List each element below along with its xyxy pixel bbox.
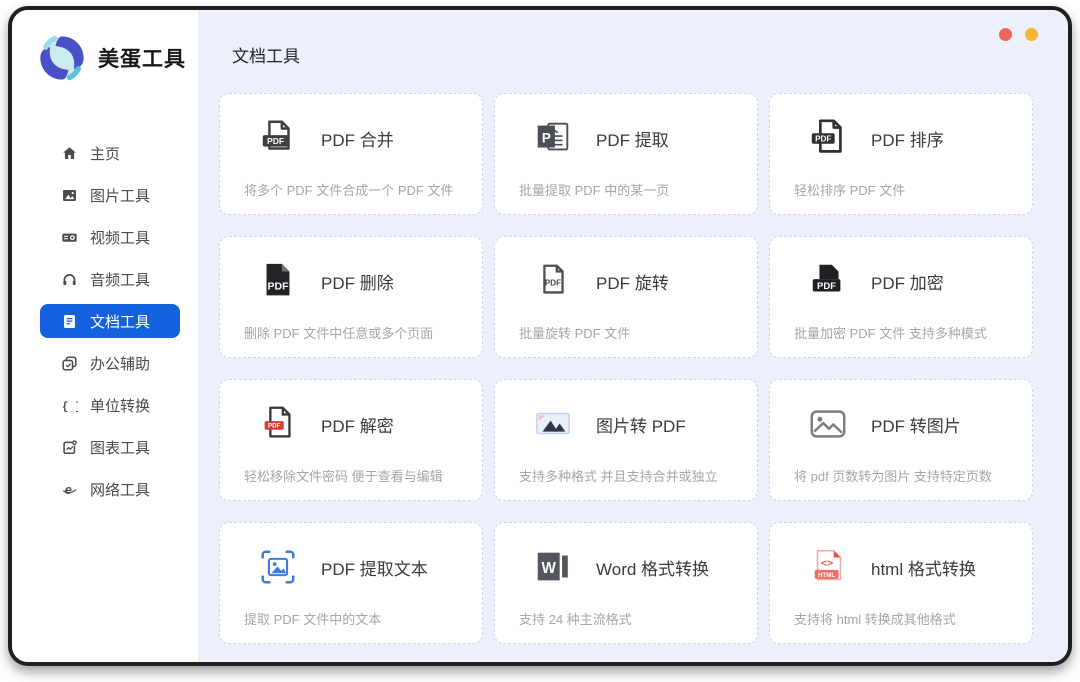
logo: 美蛋工具 xyxy=(36,32,198,84)
tool-desc: 轻松排序 PDF 文件 xyxy=(794,180,905,199)
svg-text:PDF: PDF xyxy=(817,281,836,292)
tool-card-pdf-merge[interactable]: PDF PDF 合并 将多个 PDF 文件合成一个 PDF 文件 xyxy=(219,93,483,215)
tool-card-image-to-pdf[interactable]: 图片转 PDF 支持多种格式 并且支持合并或独立 xyxy=(494,379,758,501)
app-title: 美蛋工具 xyxy=(98,43,186,73)
main-panel: 文档工具 PDF PDF 合并 将多个 PDF 文件合成一个 PDF 文件 P … xyxy=(198,10,1068,662)
pdf-sort-icon: PDF xyxy=(807,117,849,159)
html-file-icon: <> HTML xyxy=(807,546,849,588)
tool-desc: 批量提取 PDF 中的某一页 xyxy=(519,180,669,199)
sidebar-item-label: 单位转换 xyxy=(90,395,150,416)
tool-title: Word 格式转换 xyxy=(596,555,709,580)
sidebar-item-label: 网络工具 xyxy=(90,479,150,500)
tool-title: PDF 转图片 xyxy=(871,412,961,437)
audio-icon xyxy=(60,270,78,288)
sidebar-item-image-tools[interactable]: 图片工具 xyxy=(40,178,180,212)
svg-text:PDF: PDF xyxy=(267,136,284,146)
tool-desc: 支持 24 种主流格式 xyxy=(519,609,632,628)
tool-desc: 批量旋转 PDF 文件 xyxy=(519,323,630,342)
sidebar: 美蛋工具 主页 图片工具 视频工具 音频工具 文档工具 办公辅助 { } 单位转… xyxy=(12,10,198,662)
sidebar-item-label: 音频工具 xyxy=(90,269,150,290)
image-icon xyxy=(60,186,78,204)
tool-desc: 支持多种格式 并且支持合并或独立 xyxy=(519,466,718,485)
tool-title: PDF 提取 xyxy=(596,126,669,151)
tool-title: PDF 排序 xyxy=(871,126,944,151)
svg-text:PDF: PDF xyxy=(268,281,290,293)
svg-text:W: W xyxy=(541,560,556,577)
pdf-to-image-icon xyxy=(807,403,849,445)
braces-icon: { } xyxy=(60,396,78,414)
tool-card-word-convert[interactable]: W Word 格式转换 支持 24 种主流格式 xyxy=(494,522,758,644)
tool-desc: 批量加密 PDF 文件 支持多种模式 xyxy=(794,323,987,342)
pdf-merge-icon: PDF xyxy=(257,117,299,159)
pdf-extract-icon: P xyxy=(532,117,574,159)
tool-desc: 删除 PDF 文件中任意或多个页面 xyxy=(244,323,433,342)
app-window: 美蛋工具 主页 图片工具 视频工具 音频工具 文档工具 办公辅助 { } 单位转… xyxy=(8,6,1072,666)
tool-desc: 将多个 PDF 文件合成一个 PDF 文件 xyxy=(244,180,453,199)
chart-icon xyxy=(60,438,78,456)
tool-title: PDF 提取文本 xyxy=(321,555,428,580)
sidebar-item-video-tools[interactable]: 视频工具 xyxy=(40,220,180,254)
tool-card-pdf-rotate[interactable]: PDF PDF 旋转 批量旋转 PDF 文件 xyxy=(494,236,758,358)
tool-card-pdf-sort[interactable]: PDF PDF 排序 轻松排序 PDF 文件 xyxy=(769,93,1033,215)
tool-desc: 支持将 html 转换成其他格式 xyxy=(794,609,956,628)
sidebar-item-label: 主页 xyxy=(90,143,120,164)
tool-card-pdf-delete[interactable]: PDF PDF 删除 删除 PDF 文件中任意或多个页面 xyxy=(219,236,483,358)
tool-card-html-convert[interactable]: <> HTML html 格式转换 支持将 html 转换成其他格式 xyxy=(769,522,1033,644)
sidebar-item-label: 图片工具 xyxy=(90,185,150,206)
svg-text:{ }: { } xyxy=(61,401,77,413)
svg-text:PDF: PDF xyxy=(268,423,281,430)
tool-card-pdf-extract-text[interactable]: PDF 提取文本 提取 PDF 文件中的文本 xyxy=(219,522,483,644)
app-logo-icon xyxy=(36,32,88,84)
tool-title: PDF 解密 xyxy=(321,412,394,437)
svg-text:PDF: PDF xyxy=(815,134,831,143)
pdf-delete-icon: PDF xyxy=(257,260,299,302)
pdf-decrypt-icon: PDF xyxy=(257,403,299,445)
yellow-dot[interactable] xyxy=(1025,28,1038,41)
tool-card-pdf-to-image[interactable]: PDF 转图片 将 pdf 页数转为图片 支持特定页数 xyxy=(769,379,1033,501)
text-scan-icon xyxy=(257,546,299,588)
svg-text:P: P xyxy=(542,130,551,145)
tool-card-pdf-decrypt[interactable]: PDF PDF 解密 轻松移除文件密码 便于查看与编辑 xyxy=(219,379,483,501)
tool-title: 图片转 PDF xyxy=(596,412,686,437)
sidebar-item-label: 视频工具 xyxy=(90,227,150,248)
image-to-pdf-icon xyxy=(532,403,574,445)
tool-grid: PDF PDF 合并 将多个 PDF 文件合成一个 PDF 文件 P PDF 提… xyxy=(219,93,1068,644)
tool-title: PDF 删除 xyxy=(321,269,394,294)
tool-title: PDF 旋转 xyxy=(596,269,669,294)
sidebar-item-label: 文档工具 xyxy=(90,311,150,332)
pdf-rotate-icon: PDF xyxy=(532,260,574,302)
pdf-encrypt-icon: PDF xyxy=(807,260,849,302)
tool-card-pdf-encrypt[interactable]: PDF PDF 加密 批量加密 PDF 文件 支持多种模式 xyxy=(769,236,1033,358)
window-controls xyxy=(999,28,1038,41)
svg-text:PDF: PDF xyxy=(545,278,561,287)
sidebar-item-chart-tools[interactable]: 图表工具 xyxy=(40,430,180,464)
explorer-icon: e xyxy=(60,480,78,498)
sidebar-item-audio-tools[interactable]: 音频工具 xyxy=(40,262,180,296)
tool-desc: 将 pdf 页数转为图片 支持特定页数 xyxy=(794,466,992,485)
copy-icon xyxy=(60,354,78,372)
word-icon: W xyxy=(532,546,574,588)
sidebar-item-unit-convert[interactable]: { } 单位转换 xyxy=(40,388,180,422)
svg-text:HTML: HTML xyxy=(818,572,835,579)
tool-desc: 提取 PDF 文件中的文本 xyxy=(244,609,381,628)
tool-title: PDF 合并 xyxy=(321,126,394,151)
tool-title: html 格式转换 xyxy=(871,555,976,580)
tool-title: PDF 加密 xyxy=(871,269,944,294)
document-icon xyxy=(60,312,78,330)
sidebar-item-doc-tools[interactable]: 文档工具 xyxy=(40,304,180,338)
video-icon xyxy=(60,228,78,246)
svg-text:<>: <> xyxy=(821,558,833,570)
sidebar-item-network-tools[interactable]: e 网络工具 xyxy=(40,472,180,506)
svg-text:e: e xyxy=(64,481,71,496)
tool-desc: 轻松移除文件密码 便于查看与编辑 xyxy=(244,466,443,485)
sidebar-item-home[interactable]: 主页 xyxy=(40,136,180,170)
sidebar-item-office-assist[interactable]: 办公辅助 xyxy=(40,346,180,380)
home-icon xyxy=(60,144,78,162)
sidebar-item-label: 办公辅助 xyxy=(90,353,150,374)
page-title: 文档工具 xyxy=(232,42,1068,67)
sidebar-nav: 主页 图片工具 视频工具 音频工具 文档工具 办公辅助 { } 单位转换 图表工… xyxy=(12,136,198,506)
tool-card-pdf-extract[interactable]: P PDF 提取 批量提取 PDF 中的某一页 xyxy=(494,93,758,215)
red-dot[interactable] xyxy=(999,28,1012,41)
sidebar-item-label: 图表工具 xyxy=(90,437,150,458)
